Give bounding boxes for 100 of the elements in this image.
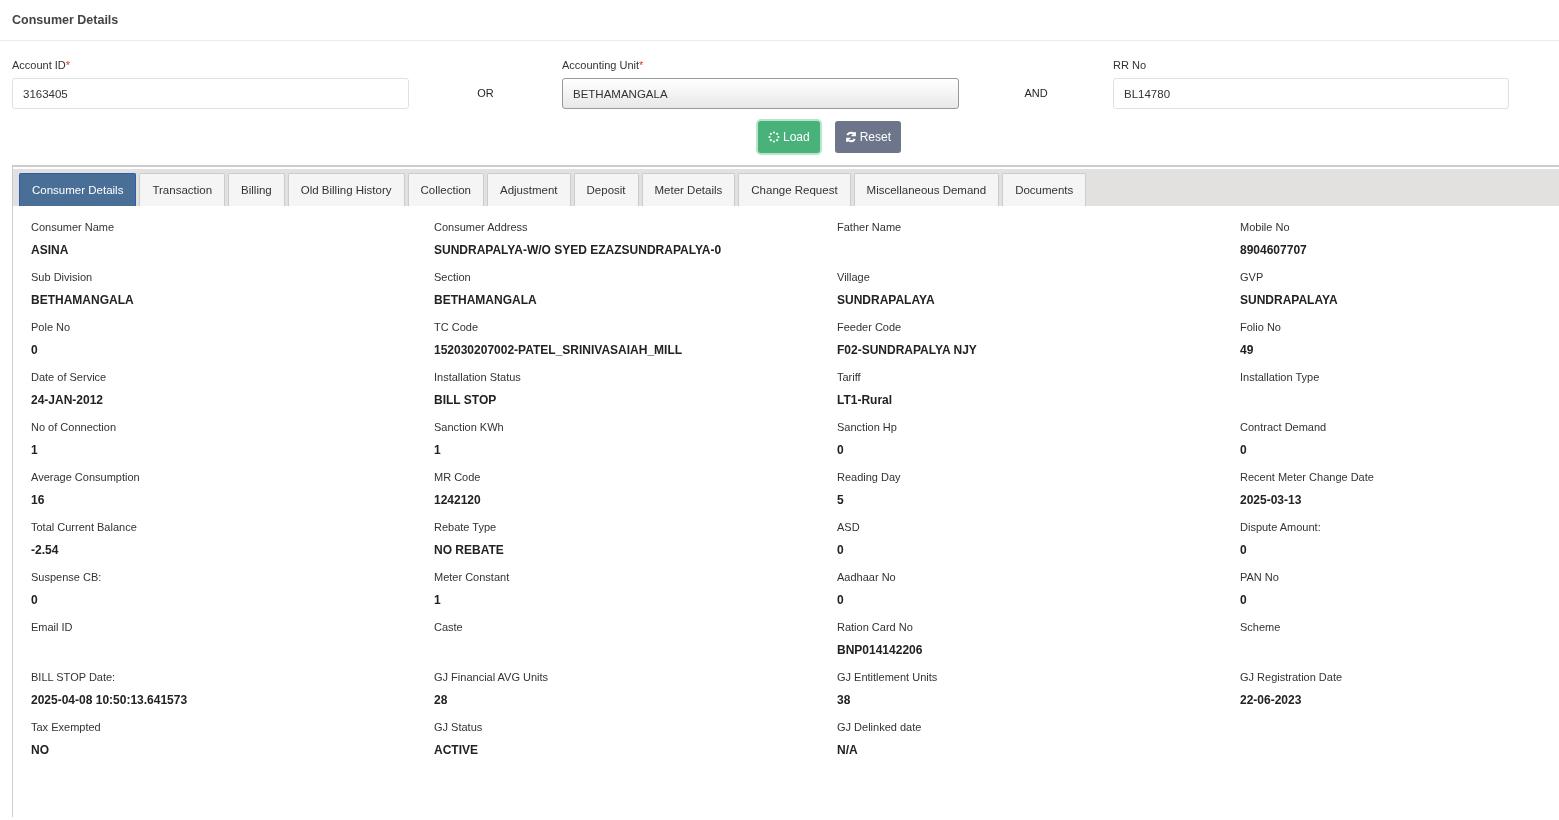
field-label: RR No — [1113, 59, 1147, 71]
detail-label: Meter Constant — [434, 571, 511, 585]
detail-value: 8904607707 — [1240, 243, 1308, 259]
detail-value: 0 — [31, 343, 39, 359]
detail-value: 2025-03-13 — [1240, 493, 1303, 509]
detail-value: 0 — [1240, 593, 1248, 609]
detail-value: N/A — [837, 743, 859, 759]
detail-label: Sub Division — [31, 271, 94, 285]
detail-value: NO REBATE — [434, 543, 505, 559]
detail-label: Sanction Hp — [837, 421, 898, 435]
spinner-icon — [767, 131, 780, 143]
detail-label: Tariff — [837, 371, 862, 385]
detail-value: 28 — [434, 693, 449, 709]
detail-label: Total Current Balance — [31, 521, 138, 535]
detail-value: 1242120 — [434, 493, 482, 509]
detail-label: Section — [434, 271, 472, 285]
detail-label: Recent Meter Change Date — [1240, 471, 1375, 485]
detail-value: 1 — [434, 593, 442, 609]
detail-value: NO — [31, 743, 50, 759]
detail-label: Pole No — [31, 321, 72, 335]
detail-label: Consumer Address — [434, 221, 529, 235]
detail-value: 38 — [837, 693, 852, 709]
tab[interactable]: Transaction — [139, 173, 226, 206]
field-label: Account ID* — [12, 59, 72, 71]
detail-value: 0 — [1240, 443, 1248, 459]
detail-label: Mobile No — [1240, 221, 1291, 235]
tab[interactable]: Meter Details — [641, 173, 736, 206]
detail-label: No of Connection — [31, 421, 117, 435]
detail-value: 1 — [31, 443, 39, 459]
tab[interactable]: Billing — [228, 173, 285, 206]
detail-value: 2025-04-08 10:50:13.641573 — [31, 693, 189, 709]
detail-label: Aadhaar No — [837, 571, 897, 585]
tab[interactable]: Old Billing History — [287, 173, 405, 206]
detail-value: SUNDRAPALAYA — [837, 293, 936, 309]
detail-label: Ration Card No — [837, 621, 914, 635]
detail-value: BETHAMANGALA — [434, 293, 538, 309]
detail-label: Reading Day — [837, 471, 902, 485]
detail-label: GJ Status — [434, 721, 484, 735]
detail-label: Date of Service — [31, 371, 108, 385]
detail-value: BNP014142206 — [837, 643, 924, 659]
detail-label: BILL STOP Date: — [31, 671, 117, 685]
detail-label: GJ Entitlement Units — [837, 671, 939, 685]
field-label: Accounting Unit* — [562, 59, 645, 71]
detail-label: GJ Registration Date — [1240, 671, 1344, 685]
input-field[interactable]: BL14780 — [1113, 78, 1509, 109]
refresh-icon — [844, 131, 857, 143]
detail-value: BETHAMANGALA — [31, 293, 135, 309]
detail-value: 5 — [837, 493, 845, 509]
detail-label: PAN No — [1240, 571, 1280, 585]
input-field[interactable]: 3163405 — [12, 78, 409, 109]
detail-value: 24-JAN-2012 — [31, 393, 105, 409]
detail-label: ASD — [837, 521, 861, 535]
detail-value: LT1-Rural — [837, 393, 894, 409]
tab[interactable]: Change Request — [738, 173, 851, 206]
detail-value: 1 — [434, 443, 442, 459]
detail-label: Sanction KWh — [434, 421, 505, 435]
detail-label: Tax Exempted — [31, 721, 102, 735]
detail-value: 16 — [31, 493, 46, 509]
tab[interactable]: Adjustment — [487, 173, 571, 206]
detail-value: ACTIVE — [434, 743, 479, 759]
detail-label: GJ Delinked date — [837, 721, 923, 735]
detail-value: 49 — [1240, 343, 1255, 359]
detail-label: Feeder Code — [837, 321, 903, 335]
detail-label: Consumer Name — [31, 221, 116, 235]
detail-value: 0 — [837, 593, 845, 609]
detail-label: Caste — [434, 621, 464, 635]
detail-value: 0 — [837, 543, 845, 559]
detail-value: BILL STOP — [434, 393, 498, 409]
tab[interactable]: Deposit — [573, 173, 639, 206]
detail-label: Rebate Type — [434, 521, 498, 535]
detail-label: Dispute Amount: — [1240, 521, 1322, 535]
tab[interactable]: Miscellaneous Demand — [853, 173, 1000, 206]
tab[interactable]: Documents — [1002, 173, 1087, 206]
detail-label: Installation Type — [1240, 371, 1321, 385]
detail-value: F02-SUNDRAPALYA NJY — [837, 343, 978, 359]
detail-value: 152030207002-PATEL_SRINIVASAIAH_MILL — [434, 343, 684, 359]
detail-label: Suspense CB: — [31, 571, 103, 585]
detail-value: SUNDRAPALYA-W/O SYED EZAZSUNDRAPALYA-0 — [434, 243, 723, 259]
connector-text: AND — [1023, 86, 1049, 101]
detail-value: 22-06-2023 — [1240, 693, 1303, 709]
detail-label: GJ Financial AVG Units — [434, 671, 550, 685]
detail-value: -2.54 — [31, 543, 60, 559]
tab[interactable]: Consumer Details — [19, 173, 137, 206]
reset-button[interactable]: Reset — [834, 121, 902, 153]
detail-label: Scheme — [1240, 621, 1282, 635]
page-title: Consumer Details — [12, 13, 119, 27]
detail-label: Average Consumption — [31, 471, 141, 485]
connector-text: OR — [476, 86, 495, 101]
select-field[interactable]: BETHAMANGALA — [562, 78, 959, 109]
detail-label: Email ID — [31, 621, 74, 635]
detail-value: ASINA — [31, 243, 70, 259]
detail-value: 0 — [837, 443, 845, 459]
detail-label: Father Name — [837, 221, 903, 235]
detail-label: Folio No — [1240, 321, 1282, 335]
detail-label: GVP — [1240, 271, 1265, 285]
detail-value: 0 — [1240, 543, 1248, 559]
detail-label: Installation Status — [434, 371, 522, 385]
detail-value: 0 — [31, 593, 39, 609]
detail-value: SUNDRAPALAYA — [1240, 293, 1339, 309]
tab[interactable]: Collection — [407, 173, 484, 206]
